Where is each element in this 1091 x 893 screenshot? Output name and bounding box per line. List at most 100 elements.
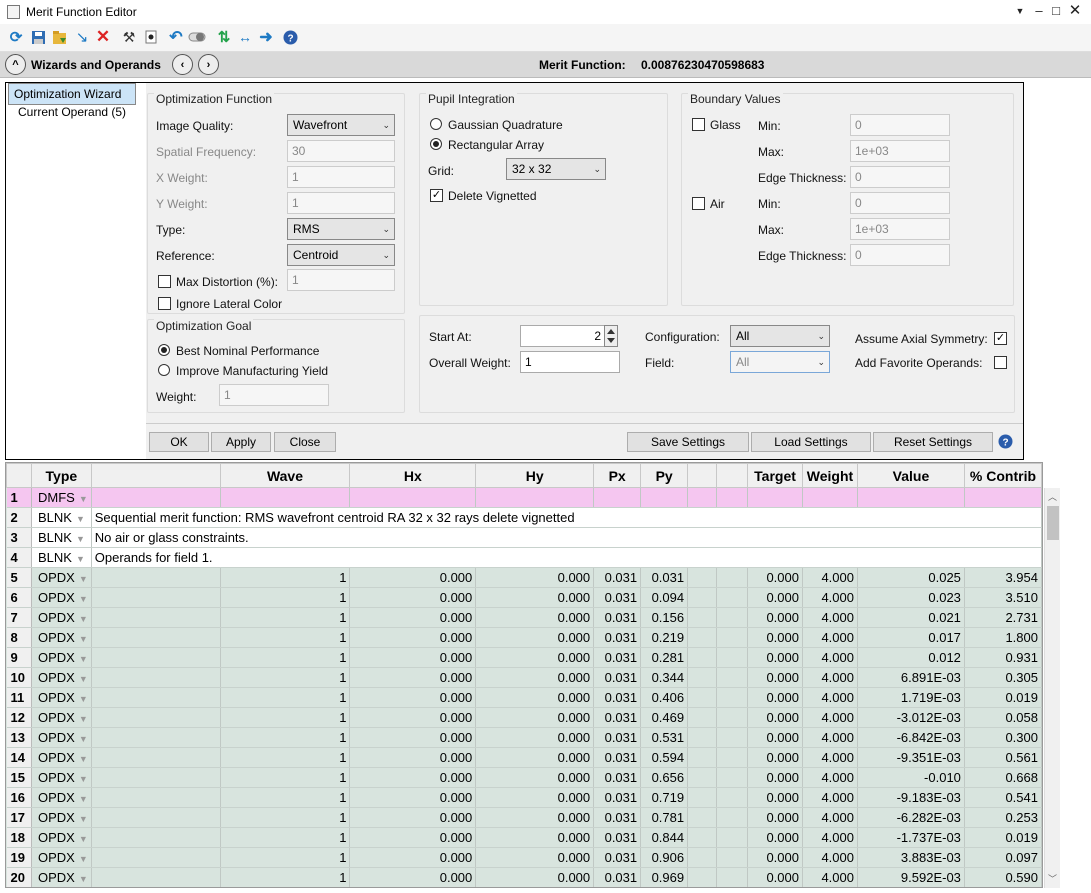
- table-cell[interactable]: 4.000: [802, 647, 858, 668]
- table-cell[interactable]: 0.000: [747, 767, 803, 788]
- refresh-icon[interactable]: ⟳: [7, 28, 25, 46]
- table-cell[interactable]: 1.800: [964, 627, 1042, 648]
- table-cell[interactable]: [91, 807, 221, 828]
- table-row[interactable]: 7 OPDX ▼ 1 0.000 0.000 0.031 0.156 0.000 4.000 0.0…: [6, 607, 1042, 628]
- operand-type-cell[interactable]: OPDX ▼: [31, 587, 92, 608]
- col-header-empty-1[interactable]: [687, 463, 718, 488]
- table-cell[interactable]: [593, 487, 642, 508]
- scroll-up-icon[interactable]: ︿: [1048, 490, 1057, 503]
- apply-button[interactable]: Apply: [211, 432, 271, 452]
- comment-cell[interactable]: Sequential merit function: RMS wavefront…: [91, 507, 1042, 528]
- table-cell[interactable]: [716, 627, 749, 648]
- help-icon[interactable]: ?: [998, 434, 1013, 452]
- table-cell[interactable]: 0.300: [964, 727, 1042, 748]
- operand-type-cell[interactable]: OPDX ▼: [31, 767, 92, 788]
- table-cell[interactable]: 0.000: [747, 727, 803, 748]
- table-cell[interactable]: 4.000: [802, 567, 858, 588]
- table-cell[interactable]: 0.668: [964, 767, 1042, 788]
- overall-weight-input[interactable]: 1: [520, 351, 620, 373]
- operand-type-cell[interactable]: OPDX ▼: [31, 727, 92, 748]
- type-select[interactable]: RMS ⌄: [287, 218, 395, 240]
- table-cell[interactable]: 3.883E-03: [857, 847, 965, 868]
- table-cell[interactable]: 1: [220, 667, 351, 688]
- nav-optimization-wizard[interactable]: Optimization Wizard: [8, 83, 136, 105]
- table-cell[interactable]: 4.000: [802, 687, 858, 708]
- table-cell[interactable]: 0.031: [593, 667, 642, 688]
- table-row[interactable]: 5 OPDX ▼ 1 0.000 0.000 0.031 0.031 0.000 4.000 0.0…: [6, 567, 1042, 588]
- table-cell[interactable]: 0.000: [475, 787, 595, 808]
- table-cell[interactable]: 0.000: [747, 787, 803, 808]
- table-cell[interactable]: 0.031: [593, 747, 642, 768]
- maximize-button[interactable]: □: [1048, 3, 1064, 18]
- table-cell[interactable]: 4.000: [802, 767, 858, 788]
- glass-checkbox[interactable]: [692, 118, 705, 131]
- table-cell[interactable]: [716, 747, 749, 768]
- table-cell[interactable]: 0.000: [747, 707, 803, 728]
- reset-settings-button[interactable]: Reset Settings: [873, 432, 993, 452]
- table-cell[interactable]: 0.253: [964, 807, 1042, 828]
- table-cell[interactable]: 4.000: [802, 587, 858, 608]
- table-cell[interactable]: 1: [220, 807, 351, 828]
- table-cell[interactable]: 9.592E-03: [857, 867, 965, 887]
- arrow-right-icon[interactable]: ➜: [257, 28, 275, 46]
- table-row[interactable]: 11 OPDX ▼ 1 0.000 0.000 0.031 0.406 0.000 4.000 1.…: [6, 687, 1042, 708]
- table-cell[interactable]: 1: [220, 847, 351, 868]
- table-cell[interactable]: 4.000: [802, 707, 858, 728]
- table-cell[interactable]: 1: [220, 567, 351, 588]
- col-header-weight[interactable]: Weight: [802, 463, 858, 488]
- table-cell[interactable]: [716, 667, 749, 688]
- field-select[interactable]: All ⌄: [730, 351, 830, 373]
- col-header-contrib[interactable]: % Contrib: [963, 463, 1042, 488]
- operand-type-cell[interactable]: OPDX ▼: [31, 627, 92, 648]
- operand-type-cell[interactable]: OPDX ▼: [31, 807, 92, 828]
- favorite-operands-checkbox[interactable]: [994, 356, 1007, 369]
- table-cell[interactable]: 0.541: [964, 787, 1042, 808]
- col-header-px[interactable]: Px: [593, 463, 642, 488]
- dropdown-icon[interactable]: ▼: [1012, 6, 1028, 16]
- table-cell[interactable]: 0.094: [640, 587, 689, 608]
- col-header-wave[interactable]: Wave: [219, 463, 351, 488]
- table-cell[interactable]: 0.000: [475, 567, 595, 588]
- chevron-down-icon[interactable]: ▼: [79, 814, 88, 824]
- operand-type-cell[interactable]: BLNK ▼: [31, 507, 92, 528]
- table-cell[interactable]: 4.000: [802, 807, 858, 828]
- table-cell[interactable]: 4.000: [802, 667, 858, 688]
- air-checkbox[interactable]: [692, 197, 705, 210]
- table-cell[interactable]: 0.000: [747, 647, 803, 668]
- scroll-down-icon[interactable]: ﹀: [1048, 872, 1057, 885]
- chevron-down-icon[interactable]: ▼: [79, 694, 88, 704]
- table-row[interactable]: 1 DMFS ▼: [6, 487, 1042, 508]
- table-cell[interactable]: 0.156: [640, 607, 689, 628]
- col-header-hx[interactable]: Hx: [349, 463, 477, 488]
- table-cell[interactable]: 0.000: [747, 827, 803, 848]
- table-cell[interactable]: 0.000: [747, 807, 803, 828]
- table-cell[interactable]: 0.000: [475, 867, 595, 887]
- operand-type-cell[interactable]: BLNK ▼: [31, 527, 92, 548]
- table-cell[interactable]: 4.000: [802, 747, 858, 768]
- y-weight-input[interactable]: 1: [287, 192, 395, 214]
- delete-icon[interactable]: ✕: [94, 27, 112, 46]
- chevron-down-icon[interactable]: ▼: [76, 554, 85, 564]
- table-cell[interactable]: 0.719: [640, 787, 689, 808]
- best-nominal-radio[interactable]: [158, 344, 170, 356]
- col-header-blank[interactable]: [90, 463, 221, 488]
- table-cell[interactable]: [716, 727, 749, 748]
- table-cell[interactable]: 1: [220, 607, 351, 628]
- vertical-scrollbar[interactable]: ︿ ﹀: [1044, 488, 1060, 888]
- table-cell[interactable]: [687, 607, 718, 628]
- table-cell[interactable]: 0.000: [747, 687, 803, 708]
- table-cell[interactable]: [91, 767, 221, 788]
- collapse-icon[interactable]: ↔: [236, 28, 254, 46]
- table-cell[interactable]: 0.031: [593, 587, 642, 608]
- record-icon[interactable]: [142, 28, 160, 46]
- table-cell[interactable]: 0.031: [593, 687, 642, 708]
- chevron-down-icon[interactable]: ▼: [79, 674, 88, 684]
- table-cell[interactable]: 0.344: [640, 667, 689, 688]
- table-row[interactable]: 19 OPDX ▼ 1 0.000 0.000 0.031 0.906 0.000 4.000 3.…: [6, 847, 1042, 868]
- table-row[interactable]: 20 OPDX ▼ 1 0.000 0.000 0.031 0.969 0.000 4.000 9.…: [6, 867, 1042, 887]
- table-cell[interactable]: [687, 627, 718, 648]
- chevron-down-icon[interactable]: ▼: [79, 754, 88, 764]
- table-cell[interactable]: 0.000: [747, 607, 803, 628]
- table-cell[interactable]: 0.906: [640, 847, 689, 868]
- table-cell[interactable]: 0.012: [857, 647, 965, 668]
